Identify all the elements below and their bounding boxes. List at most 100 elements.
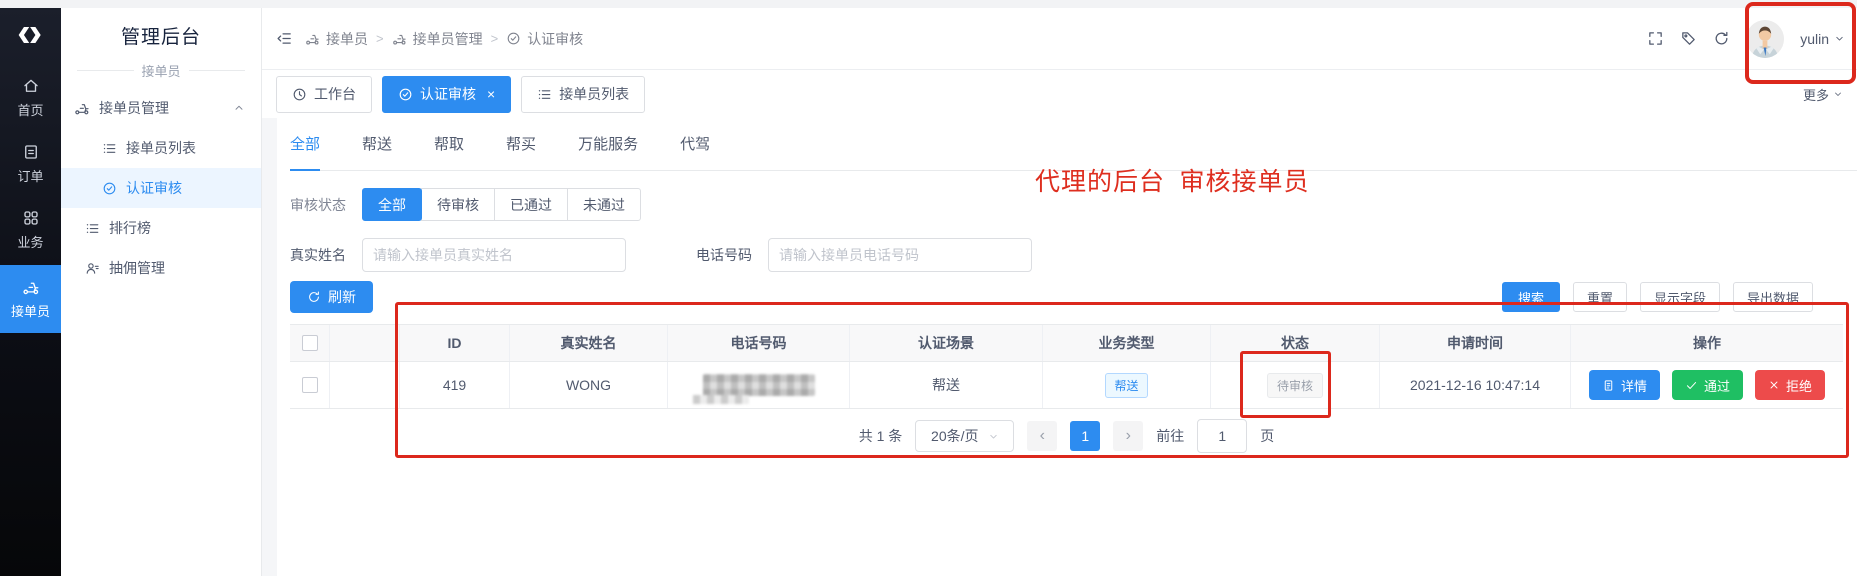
detail-button[interactable]: 详情 [1589,370,1660,400]
sidebar-item-courier-list[interactable]: 接单员列表 [61,128,261,168]
tab-workbench[interactable]: 工作台 [276,76,372,113]
breadcrumb-item-courier-manage[interactable]: 接单员管理 [392,29,483,49]
nav-item-couriers[interactable]: 接单员 [0,265,61,333]
breadcrumb-item-audit[interactable]: 认证审核 [506,29,583,49]
page-size-select[interactable]: 20条/页 [915,420,1014,452]
prev-page-button[interactable]: ‹ [1027,421,1057,451]
sidebar-item-commission[interactable]: 抽佣管理 [61,248,261,288]
tab-audit[interactable]: 认证审核 × [382,76,511,113]
tab-label: 接单员列表 [559,84,629,104]
header-expand-cell [330,325,400,361]
sidebar-item-label: 接单员管理 [99,98,169,118]
detail-label: 详情 [1621,376,1647,395]
sidebar-item-rank[interactable]: 排行榜 [61,208,261,248]
chevron-down-icon [988,431,999,442]
service-tab-delivery[interactable]: 帮送 [362,117,392,171]
nav-item-home[interactable]: 首页 [0,67,61,129]
header-actions: yulin [1647,20,1845,58]
row-checkbox[interactable] [302,377,318,393]
current-page-button[interactable]: 1 [1070,421,1100,451]
header-scene: 认证场景 [850,325,1043,361]
sidebar-item-audit[interactable]: 认证审核 [61,168,261,208]
select-all-checkbox[interactable] [302,335,318,351]
next-page-button[interactable]: › [1113,421,1143,451]
status-option-all[interactable]: 全部 [362,188,422,221]
cell-id: 419 [400,362,510,408]
reset-button[interactable]: 重置 [1573,282,1627,312]
sidebar-item-courier-manage[interactable]: 接单员管理 [61,88,261,128]
breadcrumb-label: 接单员管理 [413,29,483,49]
cell-time: 2021-12-16 10:47:14 [1380,362,1571,408]
service-tab-all[interactable]: 全部 [290,117,320,171]
phone-label: 电话号码 [696,245,752,265]
refresh-button[interactable]: 刷新 [290,281,373,313]
search-form: 真实姓名 电话号码 [290,238,1857,272]
nav-item-label: 接单员 [11,301,50,320]
check-icon [1685,379,1698,392]
real-name-input[interactable] [362,238,626,272]
status-option-pending[interactable]: 待审核 [421,188,495,221]
goto-label: 前往 [1156,426,1184,446]
scooter-icon [74,100,90,116]
export-button[interactable]: 导出数据 [1733,282,1813,312]
check-circle-icon [398,87,413,102]
scooter-icon [22,278,40,296]
status-option-approved[interactable]: 已通过 [494,188,568,221]
chevron-up-icon[interactable] [233,102,245,114]
breadcrumb-label: 认证审核 [527,29,583,49]
dashboard-icon [292,87,307,102]
header-type: 业务类型 [1043,325,1211,361]
audit-status-group: 全部 待审核 已通过 未通过 [362,188,641,221]
check-circle-icon [102,181,117,196]
header-phone: 电话号码 [668,325,850,361]
theme-tag-icon[interactable] [1680,30,1697,47]
service-tab-driving[interactable]: 代驾 [680,117,710,171]
service-tab-universal[interactable]: 万能服务 [578,117,638,171]
actions-row: 刷新 搜索 重置 显示字段 导出数据 [290,281,1857,313]
row-checkbox-cell [290,362,330,408]
nav-item-orders[interactable]: 订单 [0,133,61,195]
header-status: 状态 [1211,325,1380,361]
refresh-label: 刷新 [328,287,356,307]
tab-courier-list[interactable]: 接单员列表 [521,76,645,113]
redacted-phone-number [703,374,815,396]
search-button[interactable]: 搜索 [1502,282,1560,312]
nav-item-business[interactable]: 业务 [0,199,61,261]
tab-label: 工作台 [314,84,356,104]
scooter-icon [305,31,320,46]
scooter-icon [392,31,407,46]
business-type-tag: 帮送 [1105,373,1147,398]
phone-input[interactable] [768,238,1032,272]
sidebar: 管理后台 接单员 接单员管理 接单员列表 认证审核 排行榜 抽佣管理 [61,8,262,576]
reject-label: 拒绝 [1786,376,1812,395]
tabs-more-menu[interactable]: 更多 [1803,85,1843,104]
goto-page-input[interactable] [1197,419,1247,453]
user-avatar[interactable] [1746,20,1784,58]
approve-label: 通过 [1704,376,1730,395]
breadcrumb-item-couriers[interactable]: 接单员 [305,29,368,49]
table-header-row: ID 真实姓名 电话号码 认证场景 业务类型 状态 申请时间 操作 [290,325,1843,362]
fullscreen-icon[interactable] [1647,30,1664,47]
refresh-icon[interactable] [1713,30,1730,47]
service-tab-buy[interactable]: 帮买 [506,117,536,171]
sidebar-item-label: 认证审核 [126,178,182,198]
sidebar-section-divider: 接单员 [77,61,245,80]
cell-phone [668,362,850,408]
total-count: 共 1 条 [859,426,903,446]
collapse-sidebar-icon[interactable] [276,30,293,47]
reject-button[interactable]: 拒绝 [1755,370,1825,400]
sidebar-item-label: 抽佣管理 [109,258,165,278]
show-fields-button[interactable]: 显示字段 [1640,282,1720,312]
header-name: 真实姓名 [510,325,668,361]
annotation-text: 代理的后台 审核接单员 [1035,162,1310,198]
home-icon [22,77,40,95]
user-menu[interactable]: yulin [1800,31,1845,47]
status-option-rejected[interactable]: 未通过 [567,188,641,221]
approve-button[interactable]: 通过 [1672,370,1743,400]
service-tab-pickup[interactable]: 帮取 [434,117,464,171]
real-name-label: 真实姓名 [290,245,346,265]
nav-item-label: 首页 [17,100,43,119]
breadcrumb: 接单员 > 接单员管理 > 认证审核 [276,29,583,49]
close-tab-icon[interactable]: × [487,86,495,102]
check-circle-icon [506,31,521,46]
